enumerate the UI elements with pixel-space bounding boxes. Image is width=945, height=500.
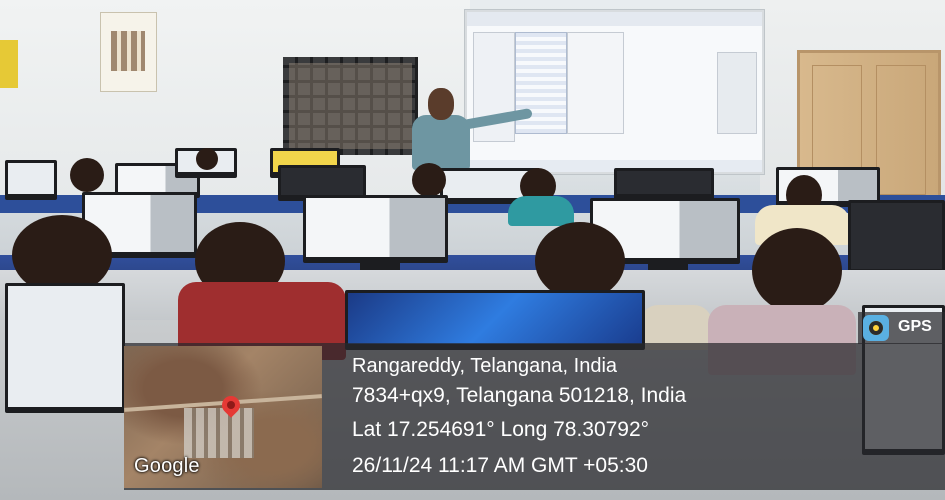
- gps-map-camera-icon: [863, 315, 889, 341]
- windows-monitor: [345, 290, 645, 350]
- monitor: [848, 200, 945, 275]
- monitor: [5, 283, 125, 413]
- instructor-head: [428, 88, 454, 120]
- barred-window: [283, 57, 418, 155]
- datetime-line: 26/11/24 11:17 AM GMT +05:30: [352, 454, 648, 477]
- monitor: [614, 168, 714, 200]
- instructor: [412, 115, 470, 170]
- address-line: 7834+qx9, Telangana 501218, India: [352, 384, 687, 407]
- wall-sign: [0, 40, 18, 88]
- projector-screen: [465, 10, 764, 174]
- wall-poster: [100, 12, 157, 92]
- monitor: [5, 160, 57, 200]
- gps-badge-label: GPS: [898, 318, 932, 335]
- location-line: Rangareddy, Telangana, India: [352, 355, 618, 377]
- map-provider-label: Google: [134, 455, 200, 477]
- location-map-thumbnail: Google: [124, 346, 322, 488]
- gps-badge: GPS: [858, 312, 945, 344]
- monitor: [303, 195, 448, 263]
- classroom-photo: Google Rangareddy, Telangana, India 7834…: [0, 0, 945, 500]
- coordinates-line: Lat 17.254691° Long 78.30792°: [352, 418, 650, 441]
